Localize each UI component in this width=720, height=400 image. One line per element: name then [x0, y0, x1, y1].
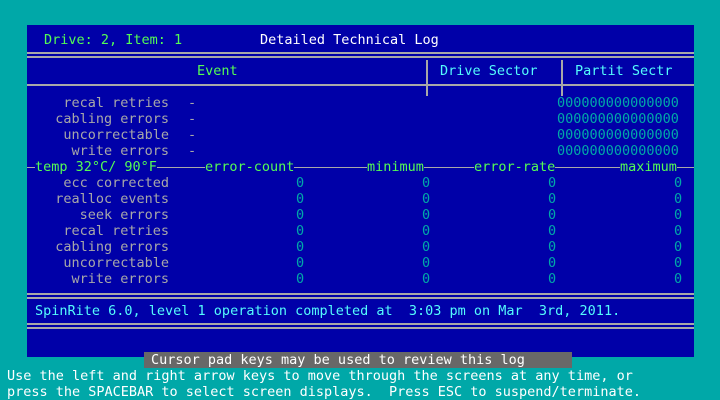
- stats-error-rate: 0: [548, 191, 557, 207]
- stats-row-label: write errors: [71, 271, 169, 287]
- stats-error-rate: 0: [548, 223, 557, 239]
- stats-minimum: 0: [422, 271, 431, 287]
- stats-col-error-count: error-count: [205, 159, 295, 175]
- header-divider: [27, 52, 694, 54]
- stats-col-maximum: maximum: [620, 159, 677, 175]
- stats-minimum: 0: [422, 255, 431, 271]
- temperature-label: temp 32°C/ 90°F: [35, 159, 157, 175]
- column-partit-sectr: Partit Sectr: [575, 63, 673, 79]
- sector-row-dash: -: [188, 95, 197, 111]
- stats-error-count: 0: [296, 255, 305, 271]
- stats-error-rate: 0: [548, 207, 557, 223]
- completion-message: SpinRite 6.0, level 1 operation complete…: [35, 303, 621, 319]
- stats-row-label: seek errors: [79, 207, 169, 223]
- stats-minimum: 0: [422, 175, 431, 191]
- drive-item-label: Drive: 2, Item: 1: [44, 32, 183, 48]
- sector-row-value: 000000000000000: [557, 127, 679, 143]
- stats-maximum: 0: [674, 271, 683, 287]
- sector-row-value: 000000000000000: [557, 95, 679, 111]
- stats-error-count: 0: [296, 223, 305, 239]
- footer-divider-top-2: [27, 297, 694, 299]
- stats-error-count: 0: [296, 175, 305, 191]
- sector-row-label: write errors: [71, 143, 169, 159]
- column-event: Event: [197, 63, 238, 79]
- sector-row-value: 000000000000000: [557, 111, 679, 127]
- stats-row-label: uncorrectable: [63, 255, 169, 271]
- stats-minimum: 0: [422, 207, 431, 223]
- stats-error-rate: 0: [548, 175, 557, 191]
- stats-row-label: realloc events: [55, 191, 169, 207]
- sector-row-value: 000000000000000: [557, 143, 679, 159]
- column-separator-1: [426, 60, 428, 96]
- sector-row-label: recal retries: [63, 95, 169, 111]
- footer-divider-top: [27, 293, 694, 295]
- stats-row-label: ecc corrected: [63, 175, 169, 191]
- column-drive-sector: Drive Sector: [440, 63, 538, 79]
- stats-error-count: 0: [296, 271, 305, 287]
- stats-maximum: 0: [674, 175, 683, 191]
- header-divider-2: [27, 56, 694, 58]
- stats-maximum: 0: [674, 191, 683, 207]
- stats-error-rate: 0: [548, 255, 557, 271]
- stats-col-minimum: minimum: [367, 159, 424, 175]
- stats-minimum: 0: [422, 223, 431, 239]
- stats-row-label: cabling errors: [55, 239, 169, 255]
- stats-maximum: 0: [674, 223, 683, 239]
- column-separator-2: [561, 60, 563, 96]
- footer-divider-bottom: [27, 323, 694, 325]
- column-divider: [27, 84, 694, 86]
- stats-minimum: 0: [422, 191, 431, 207]
- sector-row-label: cabling errors: [55, 111, 169, 127]
- page-title: Detailed Technical Log: [260, 32, 439, 48]
- sector-row-dash: -: [188, 127, 197, 143]
- help-line-2: press the SPACEBAR to select screen disp…: [7, 384, 641, 400]
- stats-maximum: 0: [674, 255, 683, 271]
- stats-error-count: 0: [296, 191, 305, 207]
- stats-row-label: recal retries: [63, 223, 169, 239]
- stats-minimum: 0: [422, 239, 431, 255]
- stats-error-rate: 0: [548, 239, 557, 255]
- stats-maximum: 0: [674, 239, 683, 255]
- stats-error-rate: 0: [548, 271, 557, 287]
- sector-row-dash: -: [188, 143, 197, 159]
- stats-maximum: 0: [674, 207, 683, 223]
- sector-row-dash: -: [188, 111, 197, 127]
- help-line-1: Use the left and right arrow keys to mov…: [7, 368, 633, 384]
- stats-error-count: 0: [296, 207, 305, 223]
- footer-divider-bottom-2: [27, 327, 694, 329]
- status-bar-text: Cursor pad keys may be used to review th…: [151, 352, 525, 368]
- stats-col-error-rate: error-rate: [474, 159, 556, 175]
- sector-row-label: uncorrectable: [63, 127, 169, 143]
- stats-error-count: 0: [296, 239, 305, 255]
